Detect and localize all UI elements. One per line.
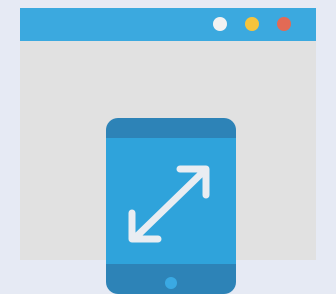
window-titlebar xyxy=(20,8,316,41)
window-control-minimize[interactable] xyxy=(245,17,259,31)
window-control-close[interactable] xyxy=(277,17,291,31)
tablet-device xyxy=(106,118,236,294)
window-control-white[interactable] xyxy=(213,17,227,31)
home-button[interactable] xyxy=(165,277,177,289)
tablet-icon xyxy=(106,118,236,294)
